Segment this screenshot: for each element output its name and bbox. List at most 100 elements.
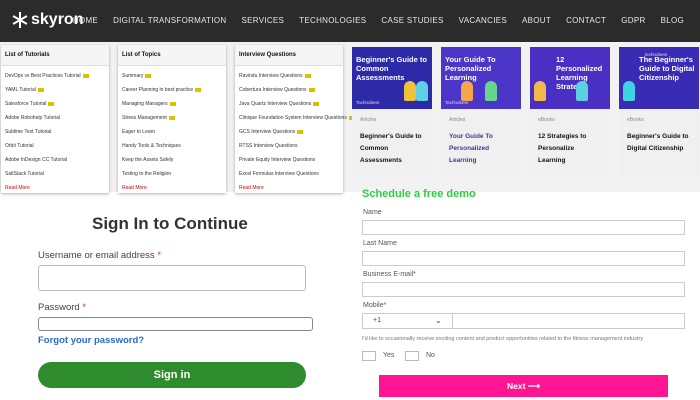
- tutorials-column: List of Tutorials DevOps vs Best Practic…: [1, 45, 109, 193]
- menu-link[interactable]: Stress Management: [122, 115, 222, 129]
- menu-link[interactable]: Managing Managers: [122, 101, 222, 115]
- new-badge-icon: [37, 87, 44, 92]
- menu-link[interactable]: RTSS Interview Questions: [239, 143, 339, 157]
- menu-link[interactable]: Sublime Text Tutorial: [5, 129, 105, 143]
- menu-link[interactable]: SaltStack Tutorial: [5, 171, 105, 185]
- card-title[interactable]: Your Guide To Personalized Learning: [441, 127, 521, 167]
- interview-column: Interview Questions Ravindu Interview Qu…: [235, 45, 355, 193]
- menu-link[interactable]: Eager to Learn: [122, 129, 222, 143]
- topics-column: List of Topics Summary Career Planning i…: [118, 45, 226, 193]
- new-badge-icon: [195, 87, 202, 92]
- person-illustration-icon: [485, 81, 497, 101]
- card-category: eBooks: [627, 117, 644, 123]
- mobile-label: Mobile*: [363, 302, 387, 309]
- card-image-brand: Tachnobeer: [356, 100, 380, 105]
- menu-link[interactable]: YAML Tutorial: [5, 87, 105, 101]
- logo-mark-icon: [12, 12, 28, 28]
- card-image-title: Beginner's Guide to Common Assessments: [356, 55, 427, 82]
- person-illustration-icon: [623, 81, 635, 101]
- password-input[interactable]: [38, 317, 313, 331]
- card-category: Articles: [360, 117, 377, 123]
- nav-technologies[interactable]: TECHNOLOGIES: [299, 16, 366, 25]
- read-more-link[interactable]: Read More: [239, 185, 339, 191]
- resource-card[interactable]: Beginner's Guide to Common Assessments T…: [352, 47, 432, 177]
- last-name-input[interactable]: [362, 251, 685, 266]
- nav-vacancies[interactable]: VACANCIES: [459, 16, 507, 25]
- card-thumbnail: 12 Personalized Learning Strategie: [530, 47, 610, 109]
- menu-link[interactable]: Clinique Foundation System Interview Que…: [239, 115, 355, 129]
- card-thumbnail: The Beginner's Guide to Digital Citizens…: [619, 47, 699, 109]
- card-category: eBooks: [538, 117, 555, 123]
- signin-title: Sign In to Continue: [92, 214, 248, 233]
- menu-link[interactable]: Adobe Robohelp Tutorial: [5, 115, 105, 129]
- resource-card[interactable]: Your Guide To Personalized Learning Tach…: [441, 47, 521, 177]
- menu-link[interactable]: GCS Interview Questions: [239, 129, 339, 143]
- email-input[interactable]: [362, 282, 685, 297]
- nav-about[interactable]: ABOUT: [522, 16, 551, 25]
- menu-link[interactable]: Adobe InDesign CC Tutorial: [5, 157, 105, 171]
- card-image-brand: Tachnobeer: [445, 100, 469, 105]
- resource-card[interactable]: 12 Personalized Learning Strategie eBook…: [530, 47, 610, 177]
- signin-button[interactable]: Sign in: [38, 362, 306, 388]
- email-label: Business E-mail*: [363, 271, 416, 278]
- no-label: No: [426, 352, 435, 359]
- nav-services[interactable]: SERVICES: [241, 16, 284, 25]
- card-title[interactable]: Beginner's Guide to Common Assessments: [352, 127, 432, 167]
- menu-link[interactable]: Salesforce Tutorial: [5, 101, 105, 115]
- new-badge-icon: [304, 73, 311, 78]
- menu-link[interactable]: Cobertura Interview Questions: [239, 87, 339, 101]
- main-nav: HOME DIGITAL TRANSFORMATION SERVICES TEC…: [73, 16, 684, 25]
- last-name-label: Last Name: [363, 240, 397, 247]
- person-illustration-icon: [404, 81, 416, 101]
- top-navbar: skyron HOME DIGITAL TRANSFORMATION SERVI…: [0, 0, 700, 42]
- menu-link[interactable]: Private Equity Interview Questions: [239, 157, 339, 171]
- menu-link[interactable]: Career Planning in best practice: [122, 87, 222, 101]
- card-image-title: The Beginner's Guide to Digital Citizens…: [639, 55, 695, 82]
- name-input[interactable]: [362, 220, 685, 235]
- nav-gdpr[interactable]: GDPR: [621, 16, 645, 25]
- person-illustration-icon: [416, 81, 428, 101]
- person-illustration-icon: [534, 81, 546, 101]
- demo-title: Schedule a free demo: [362, 188, 476, 200]
- menu-link[interactable]: Excel Formulas Interview Questions: [239, 171, 339, 185]
- nav-blog[interactable]: BLOG: [661, 16, 684, 25]
- nav-case-studies[interactable]: CASE STUDIES: [381, 16, 443, 25]
- card-category: Articles: [449, 117, 466, 123]
- menu-link[interactable]: Java Quartz Interview Questions: [239, 101, 339, 115]
- menu-link[interactable]: DevOps vs Best Practices Tutorial: [5, 73, 105, 87]
- yes-checkbox[interactable]: [362, 351, 376, 361]
- menu-link[interactable]: Ravindu Interview Questions: [239, 73, 339, 87]
- new-badge-icon: [168, 115, 175, 120]
- username-input[interactable]: [38, 265, 306, 291]
- nav-home[interactable]: HOME: [73, 16, 98, 25]
- new-badge-icon: [145, 73, 152, 78]
- new-badge-icon: [308, 87, 315, 92]
- card-thumbnail: Beginner's Guide to Common Assessments T…: [352, 47, 432, 109]
- menu-link[interactable]: Summary: [122, 73, 222, 87]
- menu-link[interactable]: Orbit Tutorial: [5, 143, 105, 157]
- menu-link[interactable]: Handy Tools & Techniques: [122, 143, 222, 157]
- forgot-password-link[interactable]: Forgot your password?: [38, 335, 144, 346]
- resource-card[interactable]: The Beginner's Guide to Digital Citizens…: [619, 47, 699, 177]
- card-title[interactable]: Beginner's Guide to Digital Citizenship: [619, 127, 699, 155]
- new-badge-icon: [297, 129, 304, 134]
- column-title: Interview Questions: [235, 45, 343, 66]
- column-title: List of Topics: [118, 45, 226, 66]
- card-image-brand: technobeer: [645, 52, 668, 57]
- consent-text: I'd like to occasionally receive excitin…: [362, 336, 644, 342]
- required-mark: *: [82, 302, 87, 313]
- column-title: List of Tutorials: [1, 45, 109, 66]
- new-badge-icon: [82, 73, 89, 78]
- nav-contact[interactable]: CONTACT: [566, 16, 606, 25]
- card-title[interactable]: 12 Strategies to Personalize Learning: [530, 127, 610, 167]
- read-more-link[interactable]: Read More: [5, 185, 105, 191]
- menu-link[interactable]: Keep the Assets Safely: [122, 157, 222, 171]
- nav-digital-transformation[interactable]: DIGITAL TRANSFORMATION: [113, 16, 226, 25]
- new-badge-icon: [313, 101, 320, 106]
- next-button[interactable]: Next ⟶: [379, 375, 668, 397]
- no-checkbox[interactable]: [405, 351, 419, 361]
- password-label: Password *: [38, 302, 87, 313]
- name-label: Name: [363, 209, 382, 216]
- read-more-link[interactable]: Read More: [122, 185, 222, 191]
- menu-link[interactable]: Testing to the Religion: [122, 171, 222, 185]
